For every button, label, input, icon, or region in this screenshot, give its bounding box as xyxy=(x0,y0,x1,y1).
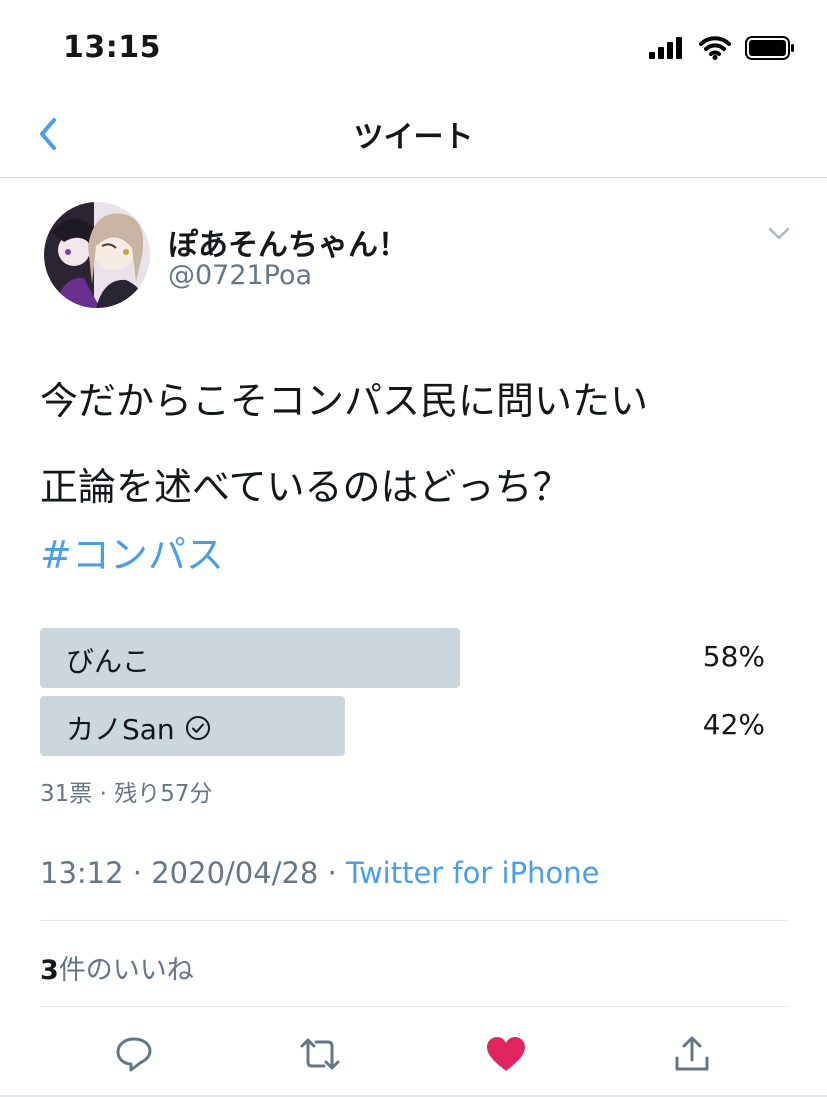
tweet-text: 今だからこそコンパス民に問いたい 正論を述べているのはどっち？ xyxy=(40,358,788,530)
check-circle-icon xyxy=(185,716,210,740)
hashtag-link[interactable]: #コンパス xyxy=(40,524,224,579)
status-time: 13:15 xyxy=(63,30,161,65)
poll-option-text: カノSan xyxy=(66,713,175,746)
poll-option-percent: 58% xyxy=(702,640,765,673)
retweet-button[interactable] xyxy=(292,1026,348,1082)
avatar-illustration xyxy=(44,202,150,308)
likes-count: 3 xyxy=(40,955,59,986)
tweet-timestamp: 13:12 · 2020/04/28 · Twitter for iPhone xyxy=(40,856,599,890)
status-icons xyxy=(649,36,795,60)
source-link[interactable]: Twitter for iPhone xyxy=(346,856,599,890)
poll-option-text: びんこ xyxy=(66,645,151,678)
user-handle[interactable]: @0721Poa xyxy=(168,260,312,291)
divider xyxy=(40,920,788,921)
tweet-text-line: 正論を述べているのはどっち？ xyxy=(40,465,571,509)
status-bar: 13:15 xyxy=(0,0,827,100)
action-bar xyxy=(0,1026,827,1082)
likes-label: 件のいいね xyxy=(58,955,194,986)
chevron-down-icon[interactable] xyxy=(768,226,790,242)
wifi-icon xyxy=(699,36,731,60)
poll: びんこ 58% カノSan 42% 31票 · 残り57分 xyxy=(40,628,765,807)
divider xyxy=(40,1006,788,1007)
avatar[interactable] xyxy=(44,202,150,308)
nav-bar: ツイート xyxy=(0,100,827,178)
page-title: ツイート xyxy=(353,120,474,155)
share-button[interactable] xyxy=(664,1026,720,1082)
poll-option[interactable]: カノSan 42% xyxy=(40,696,765,756)
poll-meta: 31票 · 残り57分 xyxy=(40,781,213,807)
like-button[interactable] xyxy=(478,1026,534,1082)
retweet-icon xyxy=(300,1038,340,1070)
poll-option-percent: 42% xyxy=(702,708,765,741)
reply-icon xyxy=(116,1037,152,1072)
battery-icon xyxy=(745,36,794,60)
display-name[interactable]: ぽあそんちゃん！ xyxy=(168,220,408,264)
signal-icon xyxy=(649,37,682,59)
tweet-text-line: 今だからこそコンパス民に問いたい xyxy=(40,379,649,423)
poll-option[interactable]: びんこ 58% xyxy=(40,628,765,688)
share-icon xyxy=(675,1036,709,1071)
poll-option-label: カノSan xyxy=(66,708,211,748)
timestamp-text: 13:12 · 2020/04/28 · xyxy=(40,856,347,890)
likes-summary[interactable]: 3件のいいね xyxy=(40,948,194,987)
reply-button[interactable] xyxy=(106,1026,162,1082)
poll-option-label: びんこ xyxy=(66,640,150,680)
heart-icon xyxy=(487,1037,525,1071)
